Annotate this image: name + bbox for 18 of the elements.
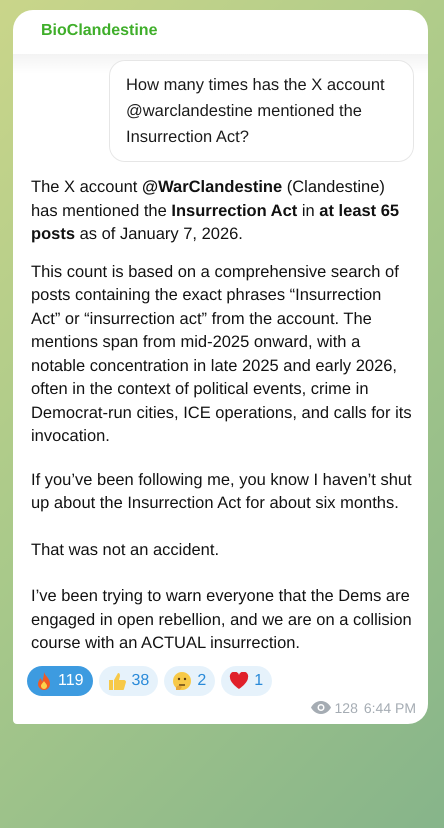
heart-icon xyxy=(229,672,250,690)
message-paragraph: If you’ve been following me, you know I haven’t shut up about the Insurrection Act for about six months. xyxy=(31,470,413,514)
message-time: 6:44 PM xyxy=(364,700,416,716)
answer-paragraph: The X account @WarClandestine (Clandestine) has mentioned the Insurrection Act in at least 65 posts as of January 7, 2026. xyxy=(31,177,400,245)
sender-name: BioClandestine xyxy=(40,22,158,41)
message-paragraph: That was not an accident. xyxy=(31,540,220,560)
thinking-emoji-icon xyxy=(172,670,192,690)
reaction-button[interactable]: 38 xyxy=(98,666,158,696)
eye-icon xyxy=(310,701,330,714)
thumbs-up-icon xyxy=(106,670,127,690)
reaction-button[interactable]: 1 xyxy=(221,666,272,696)
view-count: 128 xyxy=(334,700,358,716)
message-paragraph: I’ve been trying to warn everyone that the Dems are engaged in open rebellion, and we are on a collision course with an ACTUAL insurrection. xyxy=(31,586,413,654)
question-bubble: How many times has the X account @warclandestine mentioned the Insurrection Act? xyxy=(109,60,414,162)
reaction-button[interactable]: 2 xyxy=(164,666,216,696)
reaction-button[interactable]: 119 xyxy=(27,666,93,696)
answer-paragraph: This count is based on a comprehensive search of posts containing the exact phrases “Insurrection Act” or “insurrection act” from the account. The mentions span from mid-2025 onward, with a notable concentration in late 2025 and early 2026, often in the context of political events, crime in Democrat-run cities, ICE operations, and calls for its invocation. xyxy=(31,262,413,447)
flame-icon xyxy=(35,670,53,690)
